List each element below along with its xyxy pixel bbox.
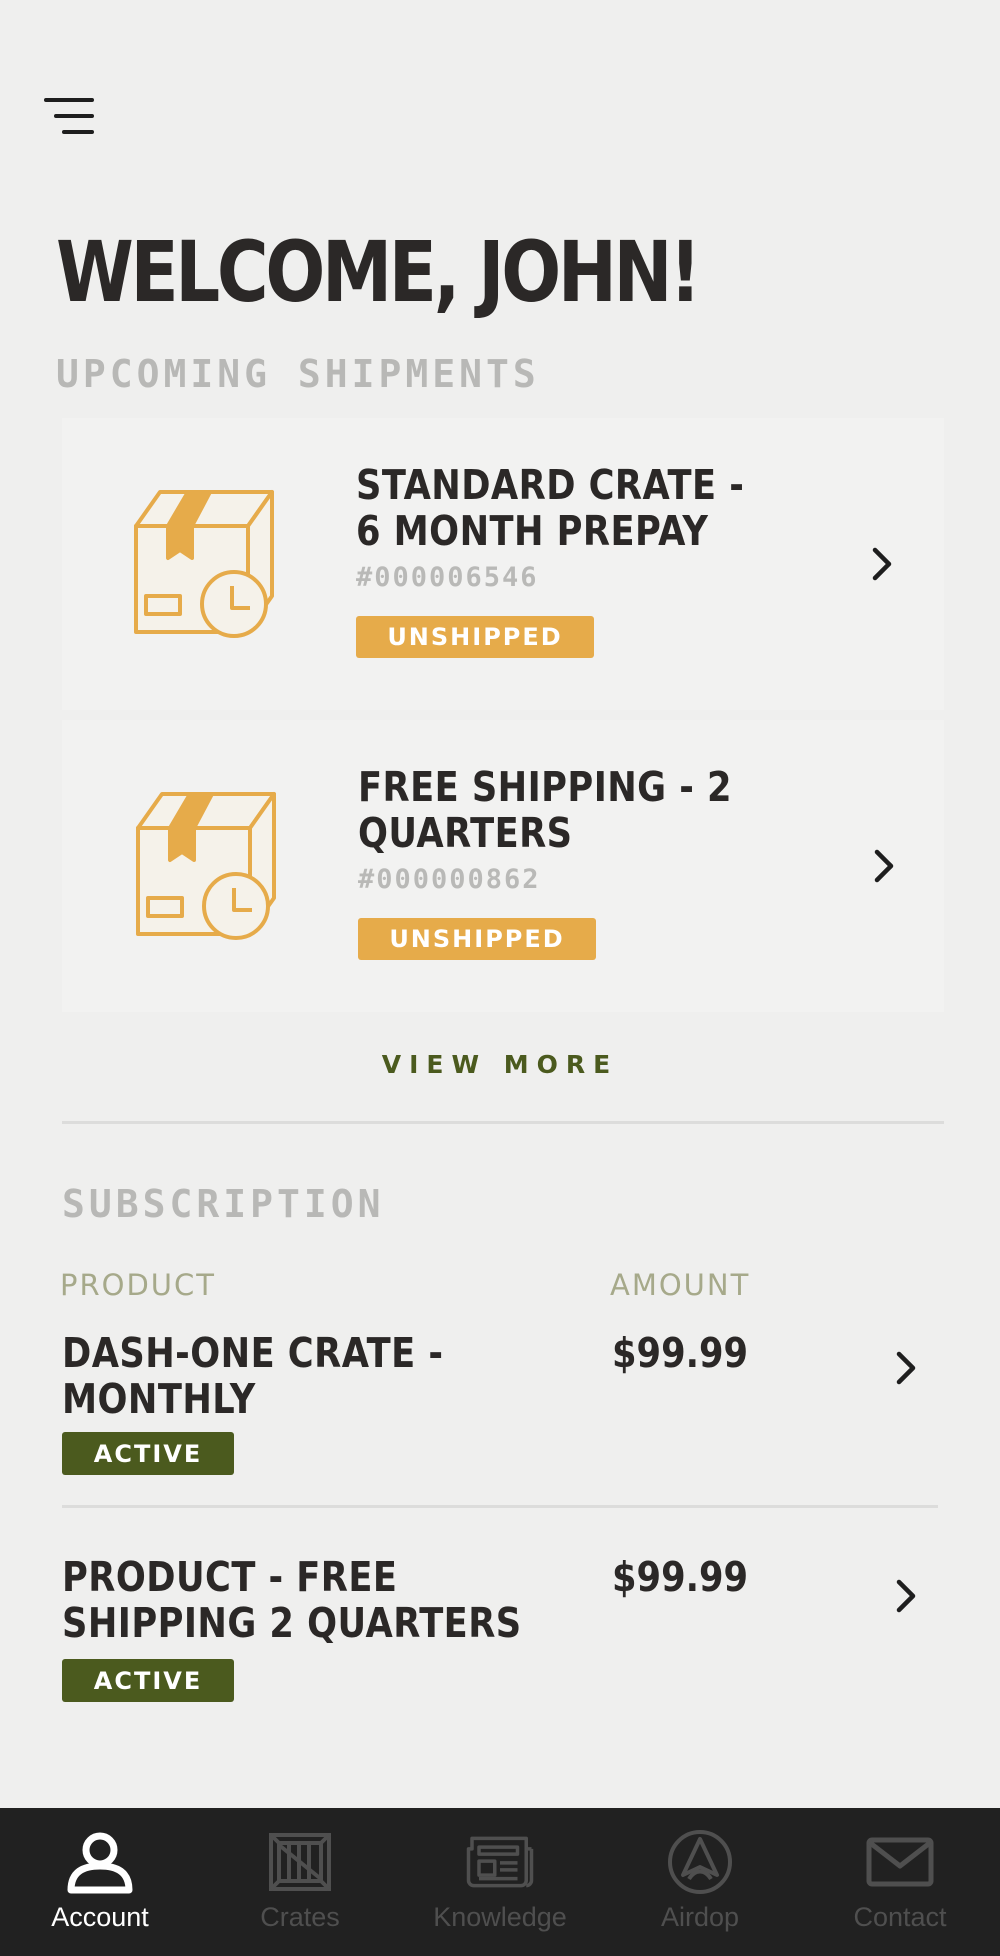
subscription-title: SUBSCRIPTION <box>62 1182 385 1226</box>
chevron-right-icon[interactable] <box>870 544 896 584</box>
product-column-header: PRODUCT <box>60 1268 216 1302</box>
subscription-amount: $99.99 <box>612 1329 749 1377</box>
shipment-card[interactable]: STANDARD CRATE - 6 MONTH PREPAY #0000065… <box>62 418 944 710</box>
tab-label: Crates <box>260 1902 340 1932</box>
status-badge: UNSHIPPED <box>356 616 594 658</box>
box-clock-icon <box>130 478 280 638</box>
upcoming-shipments-title: UPCOMING SHIPMENTS <box>56 352 540 396</box>
subscription-product-name: DASH-ONE CRATE - MONTHLY <box>62 1329 444 1423</box>
hamburger-menu-icon[interactable] <box>42 96 96 136</box>
tab-account[interactable]: Account <box>0 1808 200 1956</box>
shipment-card[interactable]: FREE SHIPPING - 2 QUARTERS #000000862 UN… <box>62 720 944 1012</box>
tab-label: Account <box>51 1902 149 1932</box>
tab-airdop[interactable]: Airdop <box>600 1808 800 1956</box>
tab-label: Knowledge <box>433 1902 567 1932</box>
tab-contact[interactable]: Contact <box>800 1808 1000 1956</box>
subscription-row[interactable]: DASH-ONE CRATE - MONTHLY $99.99 ACTIVE <box>0 1330 1000 1530</box>
tab-crates[interactable]: Crates <box>200 1808 400 1956</box>
newspaper-icon <box>465 1830 535 1894</box>
shipment-name: FREE SHIPPING - 2 QUARTERS <box>358 763 733 857</box>
person-icon <box>65 1830 135 1894</box>
tab-label: Airdop <box>660 1902 740 1932</box>
divider <box>62 1121 944 1124</box>
shipment-name: STANDARD CRATE - 6 MONTH PREPAY <box>356 461 745 555</box>
tab-knowledge[interactable]: Knowledge <box>400 1808 600 1956</box>
tab-label: Contact <box>853 1902 947 1932</box>
shipment-number: #000006546 <box>356 562 539 593</box>
account-screen: WELCOME, JOHN! UPCOMING SHIPMENTS STANDA… <box>0 0 1000 1956</box>
mail-icon <box>865 1830 935 1894</box>
crate-icon <box>265 1830 335 1894</box>
chevron-right-icon[interactable] <box>894 1576 920 1616</box>
subscription-row[interactable]: PRODUCT - FREE SHIPPING 2 QUARTERS $99.9… <box>0 1554 1000 1754</box>
welcome-heading: WELCOME, JOHN! <box>56 223 701 321</box>
chevron-right-icon[interactable] <box>894 1348 920 1388</box>
subscription-amount: $99.99 <box>612 1553 749 1601</box>
subscription-product-name: PRODUCT - FREE SHIPPING 2 QUARTERS <box>62 1553 522 1647</box>
airdrop-icon <box>665 1830 735 1894</box>
amount-column-header: AMOUNT <box>610 1268 751 1302</box>
divider <box>62 1505 938 1508</box>
box-clock-icon <box>132 780 282 940</box>
status-badge: ACTIVE <box>62 1432 234 1475</box>
status-badge: ACTIVE <box>62 1659 234 1702</box>
view-more-link[interactable]: VIEW MORE <box>0 1050 1000 1079</box>
chevron-right-icon[interactable] <box>872 846 898 886</box>
shipment-number: #000000862 <box>358 864 541 895</box>
status-badge: UNSHIPPED <box>358 918 596 960</box>
bottom-tab-bar: Account Crates Knowledge Airdop Contact <box>0 1808 1000 1956</box>
